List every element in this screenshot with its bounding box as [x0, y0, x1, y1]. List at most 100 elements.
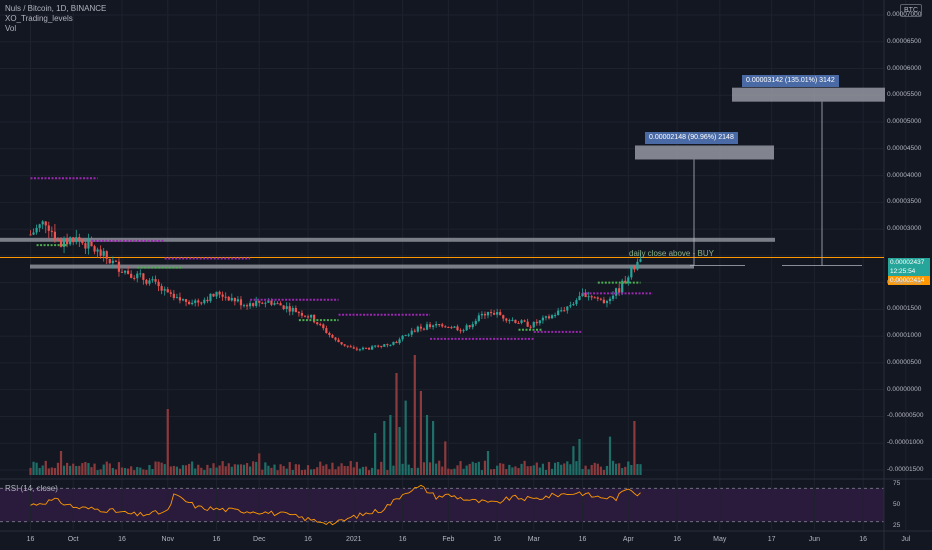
volume-bar: [108, 463, 111, 475]
volume-bar: [480, 470, 483, 475]
volume-bar: [258, 453, 261, 475]
last-price-tag: 0.00002437 12:25:54: [888, 258, 930, 276]
candle-body: [282, 305, 285, 310]
candle-body: [590, 296, 593, 298]
candle-body: [78, 237, 81, 241]
volume-bar: [486, 451, 490, 475]
volume-bar: [407, 464, 410, 475]
volume-bar: [99, 469, 102, 475]
candle-body: [252, 303, 255, 306]
candle-body: [209, 293, 212, 302]
volume-bar: [401, 463, 404, 475]
volume-bar: [319, 461, 322, 475]
candle-body: [450, 327, 453, 329]
indicator-vol-label[interactable]: Vol: [5, 24, 16, 34]
candle-body: [38, 224, 41, 228]
candle-body: [560, 310, 563, 312]
bar-countdown: 12:25:54: [890, 268, 916, 275]
volume-bar: [334, 469, 337, 475]
candle-body: [224, 296, 227, 298]
volume-bar: [270, 467, 273, 475]
candle-body: [605, 300, 609, 304]
candle-body: [130, 273, 133, 278]
volume-bar: [145, 469, 148, 475]
volume-bar: [474, 462, 477, 475]
price-tick-label: 0.00002000: [887, 278, 922, 286]
candle-body: [486, 311, 490, 316]
volume-bar: [630, 464, 633, 475]
volume-bar: [245, 463, 249, 475]
price-tick-label: 0.00004500: [887, 144, 922, 152]
volume-bar: [374, 433, 377, 475]
candle-body: [334, 337, 337, 340]
candle-body: [407, 334, 410, 336]
volume-bar: [367, 470, 371, 475]
volume-bar: [496, 465, 499, 475]
candle-body: [75, 237, 78, 243]
volume-bar: [35, 462, 38, 475]
volume-bar: [72, 463, 75, 475]
price-tick-label: -0.00001500: [887, 465, 924, 473]
volume-bar: [340, 463, 343, 475]
indicator-xo-label[interactable]: XO_Trading_levels: [5, 14, 73, 24]
candle-body: [233, 298, 236, 302]
time-tick-label: 16: [304, 536, 312, 543]
candle-body: [453, 326, 456, 328]
volume-bar: [32, 461, 35, 475]
candle-body: [276, 303, 279, 305]
rsi-indicator-label[interactable]: RSI (14, close): [5, 484, 58, 494]
candle-body: [154, 279, 157, 282]
volume-bar: [215, 467, 218, 475]
volume-bar: [627, 461, 630, 475]
volume-bar: [383, 421, 386, 475]
candle-body: [520, 320, 523, 324]
candle-body: [66, 238, 69, 245]
target-label-1[interactable]: 0.00002148 (90.96%) 2148: [645, 132, 738, 145]
candle-body: [456, 326, 459, 331]
candle-body: [50, 230, 53, 232]
volume-bar: [447, 468, 450, 475]
time-tick-label: May: [713, 536, 727, 543]
candle-body: [459, 330, 462, 332]
volume-bar: [188, 463, 191, 475]
candle-body: [163, 289, 166, 291]
volume-bar: [291, 470, 294, 475]
volume-bar: [468, 463, 471, 475]
symbol-title[interactable]: Nuls / Bitcoin, 1D, BINANCE: [5, 4, 106, 14]
volume-bar: [160, 462, 163, 475]
volume-bar: [200, 467, 203, 475]
candle-body: [84, 243, 87, 249]
volume-bar: [163, 464, 166, 475]
last-price-value: 0.00002437: [890, 259, 925, 266]
candle-body: [569, 305, 572, 307]
target-label-2[interactable]: 0.00003142 (135.01%) 3142: [742, 74, 839, 87]
volume-bar: [416, 467, 419, 475]
volume-bar: [352, 467, 355, 475]
volume-bar: [29, 467, 32, 475]
volume-bar: [428, 462, 432, 475]
time-tick-label: 16: [26, 536, 35, 543]
volume-bar: [392, 465, 395, 475]
volume-bar: [175, 466, 178, 475]
candle-body: [285, 306, 288, 310]
candle-body: [181, 299, 185, 301]
time-tick-label: 16: [578, 536, 587, 543]
candle-body: [438, 324, 441, 326]
volume-bar: [441, 466, 444, 475]
volume-bar: [554, 462, 557, 475]
volume-bar: [526, 466, 529, 475]
candle-body: [398, 339, 401, 344]
volume-bar: [276, 470, 279, 475]
volume-bar: [523, 460, 526, 475]
candle-body: [105, 251, 108, 259]
candle-body: [493, 313, 496, 315]
volume-bar: [386, 470, 389, 475]
buy-annotation: daily close above - BUY: [629, 249, 714, 258]
volume-bar: [624, 466, 627, 475]
candle-body: [108, 258, 111, 264]
time-tick-label: Dec: [253, 536, 266, 543]
candle-body: [133, 277, 136, 279]
candle-body: [340, 342, 343, 345]
volume-bar: [633, 421, 636, 475]
candle-body: [175, 297, 178, 299]
